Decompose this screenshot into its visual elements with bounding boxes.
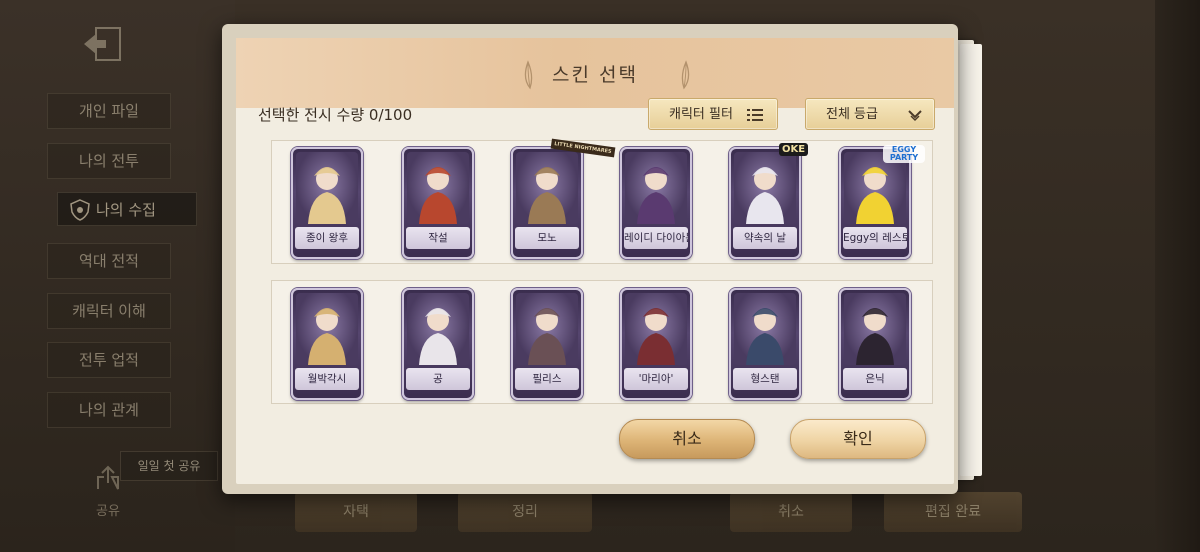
figure-body bbox=[419, 333, 457, 365]
skin-card[interactable]: 작설 bbox=[402, 147, 474, 259]
skin-name: 작설 bbox=[406, 227, 470, 249]
skin-name: 형스탠 bbox=[733, 368, 797, 390]
share-icon[interactable] bbox=[92, 463, 124, 495]
character-figure-icon bbox=[528, 167, 566, 224]
skin-portrait bbox=[844, 293, 906, 365]
leaf-ornament-icon bbox=[681, 60, 690, 90]
arrange-button[interactable]: 정리 bbox=[458, 492, 592, 532]
skin-portrait bbox=[516, 293, 578, 365]
skin-portrait bbox=[296, 152, 358, 224]
side-item-history[interactable]: 역대 전적 bbox=[47, 243, 171, 279]
exit-icon[interactable] bbox=[82, 26, 124, 62]
shield-icon bbox=[70, 199, 90, 221]
skin-card[interactable]: 종이 왕후 bbox=[291, 147, 363, 259]
skin-name: 레이디 다이아몬드 bbox=[624, 227, 688, 249]
figure-body bbox=[637, 333, 675, 365]
skin-name: '마리아' bbox=[624, 368, 688, 390]
selected-count-label: 선택한 전시 수량 0/100 bbox=[258, 106, 413, 124]
character-filter-label: 캐릭터 필터 bbox=[669, 107, 733, 122]
skin-card[interactable]: 레이디 다이아몬드 bbox=[620, 147, 692, 259]
bg-cancel-button[interactable]: 취소 bbox=[730, 492, 852, 532]
skin-name: 은닉 bbox=[843, 368, 907, 390]
character-figure-icon bbox=[308, 308, 346, 365]
figure-body bbox=[419, 192, 457, 224]
side-item-battles[interactable]: 나의 전투 bbox=[47, 143, 171, 179]
figure-body bbox=[746, 192, 784, 224]
daily-share-tag: 일일 첫 공유 bbox=[120, 451, 218, 481]
grade-dropdown-label: 전체 등급 bbox=[826, 107, 878, 122]
skin-card[interactable]: 공 bbox=[402, 288, 474, 400]
character-filter-button[interactable]: 캐릭터 필터 bbox=[648, 98, 778, 130]
figure-body bbox=[528, 192, 566, 224]
skin-name: 필리스 bbox=[515, 368, 579, 390]
skin-portrait bbox=[625, 293, 687, 365]
figure-body bbox=[856, 192, 894, 224]
skin-card[interactable]: 은닉 bbox=[839, 288, 911, 400]
share-label: 공유 bbox=[96, 504, 120, 519]
collab-badge: EGGY PARTY bbox=[883, 145, 925, 163]
figure-body bbox=[856, 333, 894, 365]
character-figure-icon bbox=[528, 308, 566, 365]
stacked-page-edge bbox=[960, 44, 982, 476]
skin-card[interactable]: 약속의 날 OKE bbox=[729, 143, 809, 259]
character-figure-icon bbox=[637, 308, 675, 365]
character-figure-icon bbox=[637, 167, 675, 224]
side-item-collection[interactable]: 나의 수집 bbox=[57, 192, 197, 226]
skin-card[interactable]: 형스탠 bbox=[729, 288, 801, 400]
grade-dropdown[interactable]: 전체 등급 bbox=[805, 98, 935, 130]
skin-card[interactable]: '마리아' bbox=[620, 288, 692, 400]
skin-row-1 bbox=[271, 140, 933, 264]
skin-row-2 bbox=[271, 280, 933, 404]
figure-body bbox=[528, 333, 566, 365]
skin-name: Eggy의 레스토 프렌즈 bbox=[843, 227, 907, 249]
dialog-title: 스킨 선택 bbox=[552, 64, 638, 86]
figure-body bbox=[637, 192, 675, 224]
side-item-relations[interactable]: 나의 관계 bbox=[47, 392, 171, 428]
side-item-label: 나의 수집 bbox=[96, 201, 156, 219]
skin-name: 모노 bbox=[515, 227, 579, 249]
skin-portrait bbox=[516, 152, 578, 224]
skin-card[interactable]: 월박각시 bbox=[291, 288, 363, 400]
skin-name: 월박각시 bbox=[295, 368, 359, 390]
skin-card[interactable]: 모노 LITTLE NIGHTMARES bbox=[511, 138, 616, 259]
side-item-profile[interactable]: 개인 파일 bbox=[47, 93, 171, 129]
character-figure-icon bbox=[746, 308, 784, 365]
skin-portrait bbox=[407, 152, 469, 224]
side-item-character[interactable]: 캐릭터 이해 bbox=[47, 293, 171, 329]
figure-body bbox=[308, 192, 346, 224]
character-figure-icon bbox=[746, 167, 784, 224]
confirm-button[interactable]: 확인 bbox=[790, 419, 926, 459]
skin-portrait bbox=[625, 152, 687, 224]
list-icon bbox=[747, 109, 763, 121]
figure-body bbox=[746, 333, 784, 365]
character-figure-icon bbox=[419, 167, 457, 224]
home-button[interactable]: 자택 bbox=[295, 492, 417, 532]
character-figure-icon bbox=[308, 167, 346, 224]
side-item-achievements[interactable]: 전투 업적 bbox=[47, 342, 171, 378]
skin-portrait bbox=[734, 293, 796, 365]
skin-name: 종이 왕후 bbox=[295, 227, 359, 249]
chevron-down-icon bbox=[908, 110, 922, 122]
skin-portrait bbox=[407, 293, 469, 365]
character-figure-icon bbox=[856, 308, 894, 365]
skin-portrait bbox=[734, 152, 796, 224]
skin-card[interactable]: Eggy의 레스토 프렌즈 EGGY PARTY bbox=[839, 145, 925, 259]
collab-badge: OKE bbox=[779, 143, 809, 156]
character-figure-icon bbox=[419, 308, 457, 365]
skin-portrait bbox=[296, 293, 358, 365]
skin-name: 약속의 날 bbox=[733, 227, 797, 249]
cancel-button[interactable]: 취소 bbox=[619, 419, 755, 459]
right-edge bbox=[1155, 0, 1200, 552]
skin-card[interactable]: 필리스 bbox=[511, 288, 583, 400]
edit-complete-button[interactable]: 편집 완료 bbox=[884, 492, 1022, 532]
figure-body bbox=[308, 333, 346, 365]
skin-name: 공 bbox=[406, 368, 470, 390]
